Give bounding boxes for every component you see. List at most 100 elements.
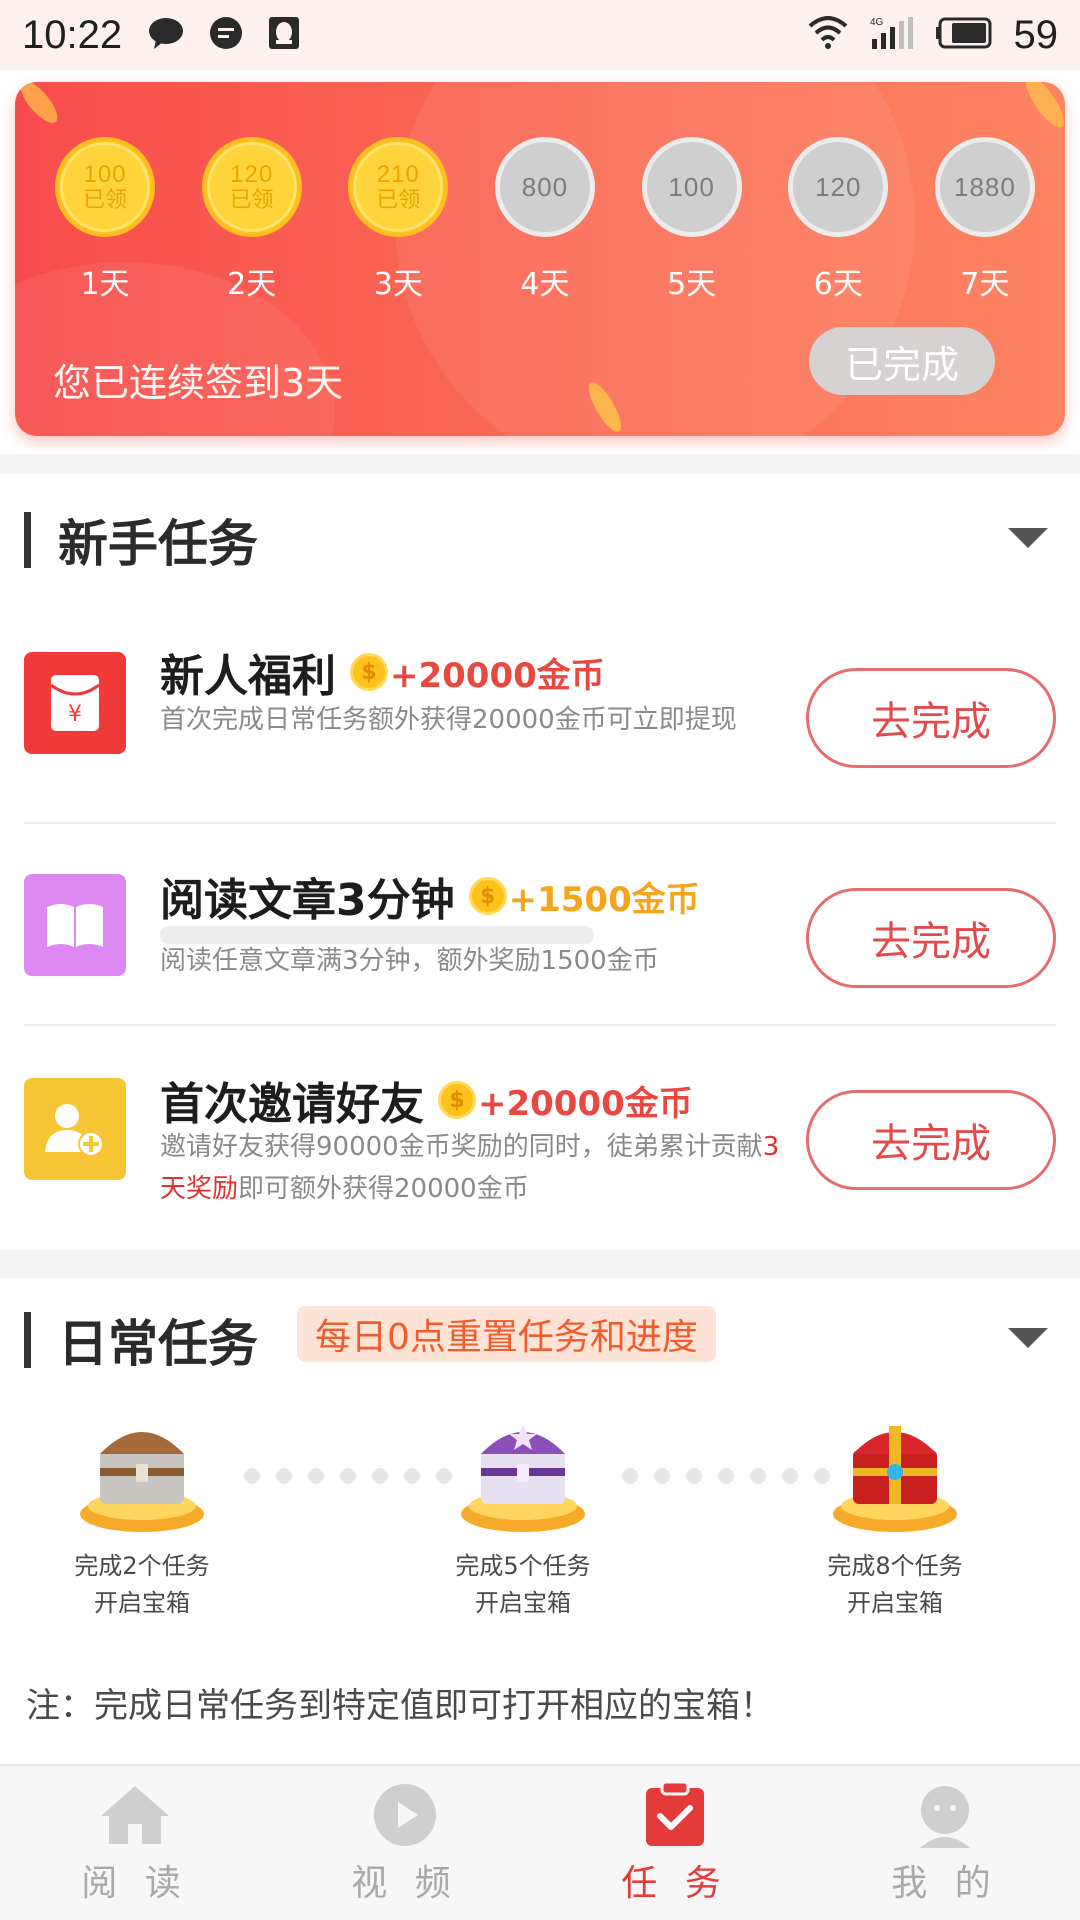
day-label: 4天 [520,267,570,302]
reward-amount: +20000金币 [478,1083,693,1124]
nav-item-read[interactable]: 阅 读 [0,1766,270,1920]
task-description: 首次完成日常任务额外获得20000金币可立即提现 [160,705,737,735]
section-divider [0,454,1080,474]
bottom-nav: 阅 读 视 频 任 务 我 的 [0,1764,1080,1920]
task-reward: $ +20000金币 [438,1076,693,1125]
signin-day-1: 100 已领 1天 [50,137,160,303]
coin-icon: 1880 [934,137,1035,237]
status-time: 10:22 [22,12,123,57]
signin-days-row: 100 已领 1天 120 已领 2天 210 已领 3天 800 4天 100… [50,137,1040,303]
profile-icon [920,1786,970,1848]
coin-amount: 120 [815,172,862,202]
chest-gold-icon [833,1426,957,1532]
signal-icon: 4G [868,15,916,55]
status-bar: 10:22 4G 59 [0,0,1080,70]
chest-bronze-icon [80,1432,204,1532]
signin-day-5: 100 5天 [637,137,747,303]
section-accent-bar [24,1312,31,1368]
coin-amount: 100 [668,172,715,202]
battery-percent: 59 [1013,12,1059,57]
chest-caption-line1: 完成8个任务 [827,1552,963,1580]
day-label: 6天 [813,267,863,302]
task-title: 阅读文章3分钟 [160,875,455,926]
signin-day-4: 800 4天 [490,137,600,303]
task-title: 首次邀请好友 [160,1079,424,1130]
chat-icon [148,16,184,54]
coin-icon: $ [468,877,507,915]
coin-amount: 210 [376,161,420,188]
nav-item-video[interactable]: 视 频 [270,1766,540,1920]
coin-status: 已领 [376,187,421,212]
coin-icon: 800 [494,137,595,237]
task-row: 阅读文章3分钟 $ +1500金币 阅读任意文章满3分钟，额外奖励1500金币 … [24,826,1056,1026]
play-icon [374,1784,436,1846]
daily-section-header: 日常任务 每日0点重置任务和进度 [0,1298,1080,1378]
nav-item-mine[interactable]: 我 的 [810,1766,1080,1920]
collapse-arrow-icon[interactable] [1006,526,1050,556]
message-icon [208,16,244,54]
battery-icon [935,17,994,53]
coin-status: 已领 [82,187,127,212]
svg-text:4G: 4G [870,17,884,28]
section-title: 新手任务 [58,515,258,573]
nav-label: 阅 读 [81,1863,189,1904]
chest-purple-icon [461,1424,585,1532]
collapse-arrow-icon[interactable] [1006,1326,1050,1356]
chest-3[interactable]: 完成8个任务 开启宝箱 [795,1406,995,1622]
chest-caption-line2: 开启宝箱 [847,1589,943,1617]
reset-badge: 每日0点重置任务和进度 [297,1306,716,1362]
chest-2[interactable]: 完成5个任务 开启宝箱 [423,1406,623,1622]
coin-icon: $ [350,653,388,691]
coin-status: 已领 [229,187,274,212]
signin-message: 您已连续签到3天 [53,361,344,405]
go-complete-button[interactable]: 去完成 [806,1090,1056,1190]
chest-1[interactable]: 完成2个任务 开启宝箱 [42,1406,242,1622]
go-complete-button[interactable]: 去完成 [806,888,1056,988]
reward-amount: +20000金币 [390,655,605,696]
nav-label: 视 频 [351,1863,459,1904]
chest-caption-line1: 完成2个任务 [74,1552,210,1580]
task-description: 邀请好友获得90000金币奖励的同时，徒弟累计贡献3天奖励即可额外获得20000… [160,1132,780,1204]
task-description: 阅读任意文章满3分钟，额外奖励1500金币 [160,946,659,976]
day-label: 2天 [227,267,277,302]
coin-amount: 800 [521,172,569,202]
go-complete-button[interactable]: 去完成 [806,668,1056,768]
coin-icon: 120 [788,137,889,237]
task-title: 新人福利 [160,651,336,702]
coin-amount: 1880 [954,172,1016,202]
signin-day-2: 120 已领 2天 [197,137,307,303]
signin-day-3: 210 已领 3天 [343,137,453,303]
coin-icon: 120 已领 [201,137,302,237]
day-label: 1天 [80,267,130,302]
chest-caption-line1: 完成5个任务 [455,1552,591,1580]
reward-amount: +1500金币 [508,879,700,920]
section-title: 日常任务 [58,1315,258,1373]
coin-icon: 210 已领 [348,137,449,237]
nav-label: 任 务 [621,1863,729,1904]
svg-text:¥: ¥ [68,702,82,727]
task-icon [646,1782,704,1846]
nav-item-tasks[interactable]: 任 务 [540,1766,810,1920]
signin-card: 100 已领 1天 120 已领 2天 210 已领 3天 800 4天 100… [15,82,1065,436]
day-label: 5天 [667,267,717,302]
signin-day-7: 1880 7天 [930,137,1040,303]
task-reward: $ +20000金币 [350,648,605,697]
newbie-section-header: 新手任务 [0,498,1080,578]
coin-amount: 120 [230,161,274,188]
day-label: 7天 [960,267,1010,302]
daily-note: 注：完成日常任务到特定值即可打开相应的宝箱！ [26,1686,774,1726]
signin-done-button[interactable]: 已完成 [809,327,995,395]
home-icon [101,1786,169,1844]
day-label: 3天 [373,267,423,302]
qq-icon [268,16,300,54]
red-envelope-icon: ¥ [24,652,126,754]
book-icon [24,874,126,976]
task-reward: $ +1500金币 [468,872,700,921]
section-accent-bar [24,512,31,568]
section-divider [0,1250,1080,1278]
coin-icon: $ [438,1081,476,1119]
coin-amount: 100 [83,161,127,188]
chest-caption-line2: 开启宝箱 [94,1589,190,1617]
coin-icon: 100 已领 [55,137,155,237]
progress-dots [244,1468,452,1484]
